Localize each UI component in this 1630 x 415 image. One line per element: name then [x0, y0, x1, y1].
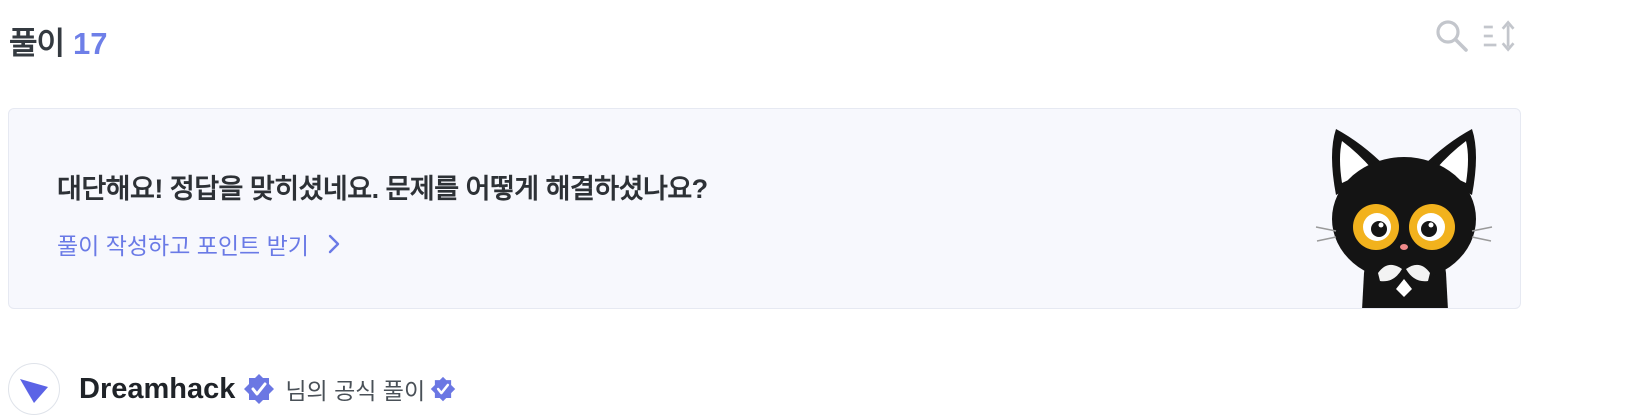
section-title: 풀이: [9, 26, 65, 61]
solutions-header: 풀이 17: [9, 18, 108, 63]
write-solution-link[interactable]: 풀이 작성하고 포인트 받기: [57, 227, 341, 261]
official-badge: [430, 376, 456, 402]
avatar[interactable]: [8, 363, 60, 415]
verified-icon: [244, 374, 275, 404]
dreamhack-logo-icon: [20, 379, 48, 403]
chevron-right-icon: [328, 234, 340, 254]
author-name[interactable]: Dreamhack: [79, 373, 235, 406]
verified-icon: [430, 376, 456, 402]
solutions-count: 17: [73, 26, 108, 61]
search-icon: [1436, 20, 1468, 52]
sort-button[interactable]: [1482, 18, 1518, 54]
write-solution-label: 풀이 작성하고 포인트 받기: [57, 233, 309, 259]
search-button[interactable]: [1434, 18, 1470, 54]
solutions-toolbar: [1434, 18, 1518, 54]
prompt-message: 대단해요! 정답을 맞히셨네요. 문제를 어떻게 해결하셨나요?: [57, 174, 708, 204]
write-solution-prompt: 대단해요! 정답을 맞히셨네요. 문제를 어떻게 해결하셨나요? 풀이 작성하고…: [8, 108, 1521, 309]
official-solution-label: 님의 공식 풀이: [285, 378, 426, 404]
cat-mascot-icon: [1315, 129, 1493, 308]
official-solution-author: Dreamhack 님의 공식 풀이: [8, 363, 456, 415]
sort-icon: [1483, 20, 1515, 52]
verified-badge: [243, 373, 275, 405]
